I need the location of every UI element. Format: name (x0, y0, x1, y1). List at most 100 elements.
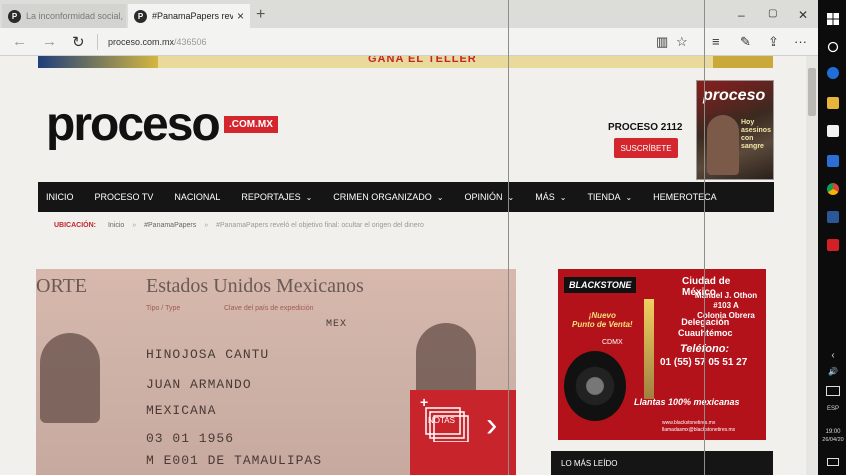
nav-item-mas[interactable]: MÁS ⌄ (535, 192, 566, 202)
ad-deleg-line: Cuauhtémoc (678, 328, 733, 338)
ad-brand: BLACKSTONE (564, 277, 637, 293)
nav-label: PROCESO TV (94, 192, 154, 202)
close-tab-icon[interactable]: × (237, 9, 244, 23)
nav-item-reportajes[interactable]: REPORTAJES ⌄ (241, 192, 312, 202)
plus-icon: + (420, 394, 429, 410)
tab-inactive[interactable]: P La inconformidad social, se (2, 4, 126, 28)
breadcrumb-separator: » (204, 222, 209, 229)
keyboard-icon[interactable] (826, 384, 840, 398)
nav-item-crimen-organizado[interactable]: CRIMEN ORGANIZADO ⌄ (333, 192, 443, 202)
blackstone-ad[interactable]: BLACKSTONE Ciudad de México Manuel J. Ot… (558, 269, 766, 440)
breadcrumb-label: UBICACIÓN: (54, 222, 96, 229)
nav-item-opinion[interactable]: OPINIÓN ⌄ (465, 192, 515, 202)
banner-text: GANA EL TELLER (368, 56, 477, 65)
chrome-icon[interactable] (826, 182, 840, 196)
action-center-icon[interactable] (826, 456, 840, 470)
close-window-button[interactable]: ✕ (798, 8, 808, 22)
cover-headline: Hoy asesinos con sangre (741, 119, 771, 150)
search-circle-icon[interactable] (826, 40, 840, 54)
nav-item-tienda[interactable]: TIENDA ⌄ (587, 192, 632, 202)
share-icon[interactable]: ⇪ (768, 34, 779, 50)
clock-time[interactable]: 19:00 (820, 428, 846, 436)
tab-active[interactable]: P #PanamaPapers reveló ‹ × (128, 4, 250, 28)
screen-artifact-line (704, 0, 705, 475)
breadcrumb-section[interactable]: #PanamaPapers (144, 222, 196, 229)
breadcrumb-separator: » (132, 222, 137, 229)
scroll-thumb[interactable] (808, 68, 816, 116)
doc-nationality: MEXICANA (146, 403, 217, 418)
file-explorer-icon[interactable] (826, 96, 840, 110)
proceso-favicon-icon: P (8, 9, 21, 23)
doc-country-code: MEX (326, 319, 348, 330)
back-button[interactable]: ← (12, 33, 27, 50)
chevron-down-icon: ⌄ (559, 193, 567, 202)
windows-start-icon[interactable] (826, 12, 840, 26)
banner-graphic-right (713, 56, 773, 68)
nav-label: REPORTAJES (241, 192, 301, 202)
page-scrollbar[interactable] (806, 56, 818, 475)
acrobat-icon[interactable] (826, 238, 840, 252)
passport-photo (40, 333, 100, 423)
cover-title: proceso (703, 87, 766, 104)
media-app-icon[interactable] (826, 154, 840, 168)
windows-taskbar: ‹ 🔊 ESP 19:00 26/04/20 (818, 0, 846, 475)
doc-birth: 03 01 1956 (146, 431, 235, 446)
doc-header: ORTE (36, 275, 88, 297)
notas-button[interactable]: + NOTAS › (410, 390, 516, 475)
edge-icon[interactable] (826, 66, 840, 80)
cover-photo (707, 115, 739, 175)
nav-label: NACIONAL (174, 192, 221, 202)
edition-label: PROCESO 2112 (608, 122, 683, 133)
volume-icon[interactable]: 🔊 (820, 368, 846, 376)
ad-deleg-line: Delegación (681, 317, 730, 327)
ad-address-line: Manuel J. Othon #103 A (694, 291, 758, 310)
url-host: proceso.com.mx (108, 37, 175, 47)
ad-nuevo: ¡Nuevo Punto de Venta! (572, 311, 633, 329)
proceso-favicon-icon: P (134, 9, 147, 23)
url-field[interactable]: proceso.com.mx/436506 (108, 37, 207, 47)
proceso-logo[interactable]: proceso (46, 100, 221, 150)
chevron-down-icon: ⌄ (625, 193, 633, 202)
most-read-header: LO MÁS LEÍDO (551, 451, 773, 475)
doc-field-label: Tipo / Type (146, 305, 181, 312)
nav-item-nacional[interactable]: NACIONAL (174, 192, 220, 202)
address-separator (97, 34, 98, 50)
clock-date[interactable]: 26/04/20 (820, 436, 846, 444)
more-icon[interactable]: ··· (794, 34, 807, 49)
nav-label: INICIO (46, 192, 74, 202)
address-bar: ← → ↻ proceso.com.mx/436506 ▥ ☆ ≡ ✎ ⇪ ··… (0, 28, 818, 56)
tab-title: #PanamaPapers reveló ‹ (152, 11, 233, 21)
breadcrumb: UBICACIÓN: Inicio » #PanamaPapers » #Pan… (54, 222, 424, 229)
new-tab-button[interactable]: + (256, 6, 265, 24)
chevron-right-icon: › (486, 406, 498, 444)
subscribe-button[interactable]: SUSCRÍBETE (614, 138, 678, 158)
nav-item-inicio[interactable]: INICIO (46, 192, 74, 202)
maximize-button[interactable]: ▢ (768, 8, 777, 19)
favorite-star-icon[interactable]: ☆ (676, 34, 688, 50)
breadcrumb-current: #PanamaPapers reveló el objetivo final: … (216, 222, 424, 229)
top-ad-banner[interactable]: GANA EL TELLER (38, 56, 773, 68)
nav-label: HEMEROTECA (653, 192, 717, 202)
forward-button[interactable]: → (42, 33, 57, 50)
nav-item-hemeroteca[interactable]: HEMEROTECA (653, 192, 717, 202)
ad-web: www.blackstonetires.mx llamadasmx@blacks… (662, 420, 735, 434)
ad-web-line: llamadasmx@blackstonetires.mx (662, 427, 736, 433)
show-hidden-icons-chevron[interactable]: ‹ (820, 351, 846, 361)
reading-view-icon[interactable]: ▥ (656, 34, 668, 50)
nav-label: CRIMEN ORGANIZADO (333, 192, 432, 202)
language-indicator[interactable]: ESP (820, 405, 846, 413)
hub-icon[interactable]: ≡ (712, 34, 720, 49)
minimize-button[interactable]: – (738, 8, 745, 22)
doc-names: JUAN ARMANDO (146, 377, 252, 392)
banner-graphic (38, 56, 158, 68)
magazine-cover[interactable]: proceso Hoy asesinos con sangre (696, 80, 774, 180)
web-note-icon[interactable]: ✎ (740, 34, 751, 50)
nav-item-proceso-tv[interactable]: PROCESO TV (95, 192, 154, 202)
breadcrumb-home[interactable]: Inicio (108, 222, 124, 229)
ad-cdmx: CDMX (602, 339, 623, 346)
doc-country: Estados Unidos Mexicanos (146, 275, 364, 297)
word-icon[interactable] (826, 210, 840, 224)
store-icon[interactable] (826, 124, 840, 138)
doc-bottom-line: M E001 DE TAMAULIPAS (146, 453, 323, 468)
refresh-button[interactable]: ↻ (72, 33, 85, 51)
